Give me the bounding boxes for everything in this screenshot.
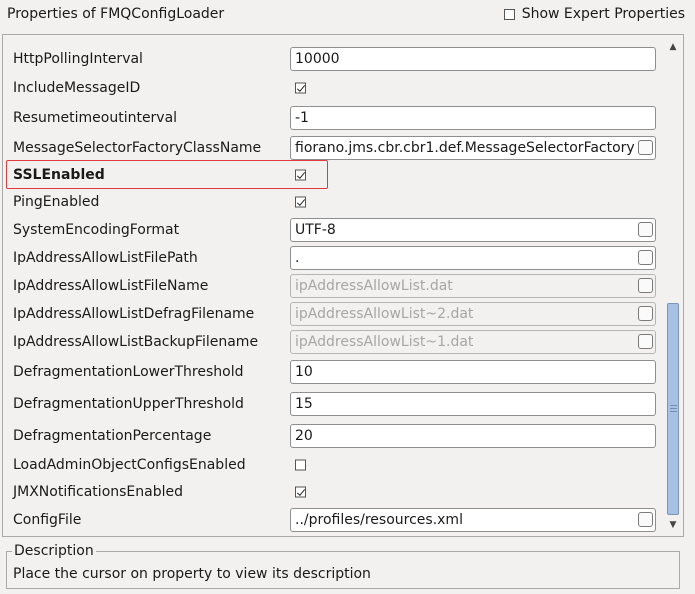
property-value-field[interactable]: -1 bbox=[290, 106, 656, 130]
property-name: SystemEncodingFormat bbox=[13, 222, 180, 238]
vertical-scrollbar[interactable]: ▲ ― ― ― ▼ bbox=[666, 39, 680, 533]
property-name: SSLEnabled bbox=[13, 167, 105, 183]
property-value: 15 bbox=[295, 396, 313, 412]
property-value-field[interactable]: . bbox=[290, 246, 656, 270]
property-value-checkbox-wrap[interactable] bbox=[295, 486, 306, 498]
property-checkbox[interactable] bbox=[295, 169, 306, 181]
show-expert-toggle[interactable]: Show Expert Properties bbox=[503, 6, 685, 22]
property-row[interactable]: SystemEncodingFormat UTF-8 bbox=[3, 216, 663, 244]
property-value-checkbox-wrap[interactable] bbox=[295, 169, 306, 181]
property-checkbox[interactable] bbox=[295, 459, 306, 471]
property-value-checkbox-wrap[interactable] bbox=[295, 82, 306, 94]
property-value-field[interactable]: ../profiles/resources.xml bbox=[290, 508, 656, 532]
scroll-down-icon[interactable]: ▼ bbox=[667, 519, 679, 531]
property-name: IpAddressAllowListFileName bbox=[13, 278, 209, 294]
property-value-checkbox-wrap[interactable] bbox=[295, 459, 306, 471]
scroll-thumb[interactable]: ― ― ― bbox=[667, 303, 679, 515]
property-value: ipAddressAllowList.dat bbox=[295, 278, 453, 294]
grip-icon: ― ― ― bbox=[670, 401, 677, 415]
property-name: HttpPollingInterval bbox=[13, 51, 143, 67]
property-name: DefragmentationLowerThreshold bbox=[13, 364, 244, 380]
property-value-field[interactable]: 10 bbox=[290, 360, 656, 384]
show-expert-checkbox[interactable] bbox=[503, 8, 515, 20]
property-value-field: ipAddressAllowList~1.dat bbox=[290, 330, 656, 354]
edit-button-icon[interactable] bbox=[638, 250, 653, 265]
property-value-checkbox-wrap[interactable] bbox=[295, 196, 306, 208]
property-row[interactable]: JMXNotificationsEnabled bbox=[3, 478, 663, 506]
property-row[interactable]: Resumetimeoutinterval -1 bbox=[3, 104, 663, 132]
scroll-track[interactable]: ― ― ― bbox=[667, 55, 679, 515]
property-row[interactable]: SSLEnabled bbox=[3, 161, 663, 189]
property-row[interactable]: MessageSelectorFactoryClassName fiorano.j… bbox=[3, 134, 663, 162]
property-value-field[interactable]: 10000 bbox=[290, 47, 656, 71]
property-value: ../profiles/resources.xml bbox=[295, 512, 463, 528]
property-name: IpAddressAllowListFilePath bbox=[13, 250, 198, 266]
property-value: ipAddressAllowList~2.dat bbox=[295, 306, 474, 322]
edit-button-icon[interactable] bbox=[638, 334, 653, 349]
property-row[interactable]: PingEnabled bbox=[3, 188, 663, 216]
property-value-field[interactable]: 15 bbox=[290, 392, 656, 416]
edit-button-icon[interactable] bbox=[638, 278, 653, 293]
property-checkbox[interactable] bbox=[295, 196, 306, 208]
properties-header: Properties of FMQConfigLoader Show Exper… bbox=[0, 0, 695, 32]
property-name: JMXNotificationsEnabled bbox=[13, 484, 183, 500]
property-name: DefragmentationPercentage bbox=[13, 428, 212, 444]
edit-button-icon[interactable] bbox=[638, 222, 653, 237]
property-value: 20 bbox=[295, 428, 313, 444]
description-text: Place the cursor on property to view its… bbox=[13, 566, 371, 582]
property-checkbox[interactable] bbox=[295, 486, 306, 498]
edit-button-icon[interactable] bbox=[638, 512, 653, 527]
property-name: IpAddressAllowListDefragFilename bbox=[13, 306, 255, 322]
scroll-up-icon[interactable]: ▲ bbox=[667, 41, 679, 53]
property-name: IpAddressAllowListBackupFilename bbox=[13, 334, 259, 350]
property-sheet: HttpPollingInterval 10000 IncludeMessageID… bbox=[2, 34, 684, 537]
property-name: IncludeMessageID bbox=[13, 80, 141, 96]
property-row[interactable]: ConfigFile ../profiles/resources.xml bbox=[3, 506, 663, 534]
edit-button-icon[interactable] bbox=[638, 306, 653, 321]
property-name: DefragmentationUpperThreshold bbox=[13, 396, 244, 412]
property-row[interactable]: HttpPollingInterval 10000 bbox=[3, 45, 663, 73]
property-value-field: ipAddressAllowList.dat bbox=[290, 274, 656, 298]
property-value-field[interactable]: fiorano.jms.cbr.cbr1.def.MessageSelector… bbox=[290, 136, 656, 160]
property-value: 10000 bbox=[295, 51, 340, 67]
property-row[interactable]: LoadAdminObjectConfigsEnabled bbox=[3, 451, 663, 479]
property-name: LoadAdminObjectConfigsEnabled bbox=[13, 457, 246, 473]
property-row[interactable]: DefragmentationPercentage 20 bbox=[3, 422, 663, 450]
window-title: Properties of FMQConfigLoader bbox=[7, 6, 225, 22]
property-value-field[interactable]: UTF-8 bbox=[290, 218, 656, 242]
property-value: -1 bbox=[295, 110, 309, 126]
property-value-field: ipAddressAllowList~2.dat bbox=[290, 302, 656, 326]
description-title: Description bbox=[12, 543, 96, 559]
property-name: MessageSelectorFactoryClassName bbox=[13, 140, 262, 156]
property-value: UTF-8 bbox=[295, 222, 336, 238]
show-expert-label: Show Expert Properties bbox=[521, 6, 685, 22]
property-value: 10 bbox=[295, 364, 313, 380]
property-name: ConfigFile bbox=[13, 512, 82, 528]
description-box: Place the cursor on property to view its… bbox=[6, 551, 680, 589]
property-row[interactable]: IpAddressAllowListFilePath. bbox=[3, 244, 663, 272]
property-name: Resumetimeoutinterval bbox=[13, 110, 178, 126]
property-value-field[interactable]: 20 bbox=[290, 424, 656, 448]
property-row[interactable]: DefragmentationUpperThreshold 15 bbox=[3, 390, 663, 418]
property-row[interactable]: IncludeMessageID bbox=[3, 74, 663, 102]
property-checkbox[interactable] bbox=[295, 82, 306, 94]
edit-button-icon[interactable] bbox=[638, 140, 653, 155]
property-row[interactable]: DefragmentationLowerThreshold 10 bbox=[3, 358, 663, 386]
property-name: PingEnabled bbox=[13, 194, 100, 210]
property-value: . bbox=[295, 250, 300, 266]
property-value: ipAddressAllowList~1.dat bbox=[295, 334, 474, 350]
property-row[interactable]: IpAddressAllowListBackupFilename ipAddres… bbox=[3, 328, 663, 356]
property-row[interactable]: IpAddressAllowListDefragFilename ipAddres… bbox=[3, 300, 663, 328]
property-row[interactable]: IpAddressAllowListFileName ipAddressAllow… bbox=[3, 272, 663, 300]
property-value: fiorano.jms.cbr.cbr1.def.MessageSelector… bbox=[295, 140, 635, 156]
